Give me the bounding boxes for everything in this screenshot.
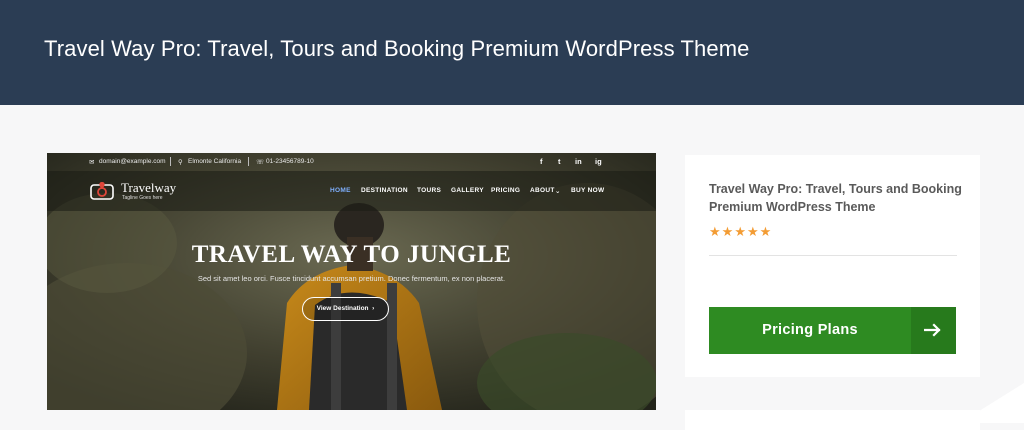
facebook-icon[interactable]: f xyxy=(540,157,543,166)
product-title: Travel Way Pro: Travel, Tours and Bookin… xyxy=(709,182,962,214)
chevron-down-icon: ⌄ xyxy=(555,188,561,195)
chevron-right-icon: › xyxy=(370,305,375,312)
decorative-corner-shape xyxy=(960,383,1024,423)
twitter-icon[interactable]: t xyxy=(558,157,561,166)
travelway-logo-icon xyxy=(90,182,114,200)
preview-hero-subtitle: Sed sit amet leo orci. Fusce tincidunt a… xyxy=(197,274,506,283)
arrow-right-icon xyxy=(911,307,956,354)
page-title: Travel Way Pro: Travel, Tours and Bookin… xyxy=(44,36,750,61)
divider xyxy=(248,157,249,166)
preview-hero-title: TRAVEL WAY TO JUNGLE xyxy=(191,241,512,268)
star-icon: ★ xyxy=(721,224,734,239)
star-icon: ★ xyxy=(746,224,759,239)
card-divider xyxy=(709,255,957,256)
divider xyxy=(170,157,171,166)
instagram-icon[interactable]: ig xyxy=(595,157,602,166)
preview-nav-gallery[interactable]: GALLERY xyxy=(451,187,484,194)
secondary-card xyxy=(685,410,980,430)
preview-nav-home[interactable]: HOME xyxy=(330,187,351,194)
preview-phone: 01-23456789-10 xyxy=(266,158,314,165)
preview-nav-about[interactable]: ABOUT xyxy=(530,187,555,194)
mail-icon: ✉ xyxy=(89,159,95,166)
preview-topbar: ✉ domain@example.com ⚲ Elmonte Californi… xyxy=(47,153,656,171)
preview-nav-buy-now[interactable]: BUY NOW xyxy=(571,187,604,194)
pricing-plans-button[interactable]: Pricing Plans xyxy=(709,307,956,354)
preview-logo-name: Travelway xyxy=(121,180,177,195)
preview-nav-destination[interactable]: DESTINATION xyxy=(361,187,408,194)
linkedin-icon[interactable]: in xyxy=(575,157,582,166)
preview-nav-pricing[interactable]: PRICING xyxy=(491,187,520,194)
preview-button-label: View Destination xyxy=(316,305,369,312)
pricing-plans-label: Pricing Plans xyxy=(762,322,858,338)
star-icon: ★ xyxy=(734,224,746,239)
location-icon: ⚲ xyxy=(178,159,183,166)
phone-icon: ☏ xyxy=(256,159,265,166)
product-card: Travel Way Pro: Travel, Tours and Bookin… xyxy=(685,155,980,377)
rating-stars: ★★★★★ xyxy=(709,223,772,239)
page-header: Travel Way Pro: Travel, Tours and Bookin… xyxy=(0,0,1024,105)
preview-location: Elmonte California xyxy=(188,158,242,165)
preview-email: domain@example.com xyxy=(99,158,166,165)
theme-preview-image[interactable]: ✉ domain@example.com ⚲ Elmonte Californi… xyxy=(47,153,656,410)
preview-nav-tours[interactable]: TOURS xyxy=(417,187,441,194)
preview-view-destination-button[interactable]: View Destination › xyxy=(302,297,389,321)
star-icon: ★ xyxy=(709,224,721,239)
star-icon: ★ xyxy=(759,224,772,239)
preview-logo-tagline: Tagline Goes here xyxy=(122,195,163,201)
